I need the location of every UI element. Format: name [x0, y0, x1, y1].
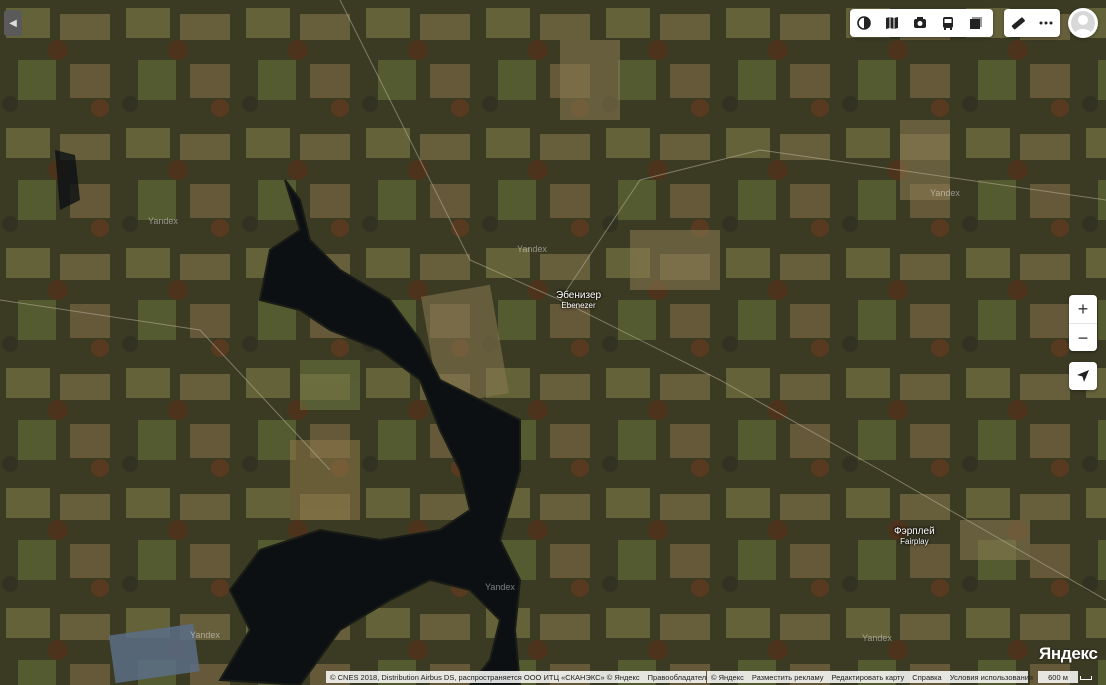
place-name-ru: Фэрплей	[894, 526, 935, 537]
map-watermark: Yandex	[190, 630, 220, 640]
footer-link[interactable]: Условия использования	[950, 673, 1033, 682]
map-watermark: Yandex	[485, 582, 515, 592]
map-guide-icon	[886, 17, 898, 29]
panorama-icon	[970, 17, 982, 29]
layers-button[interactable]	[850, 9, 878, 37]
footer-link[interactable]: Справка	[912, 673, 941, 682]
place-label-ebenezer[interactable]: Эбенизер Ebenezer	[556, 291, 601, 311]
map-layers-toolbar	[850, 9, 993, 37]
scale-bar	[1080, 676, 1092, 680]
bus-icon	[943, 17, 953, 30]
camera-button[interactable]	[906, 9, 934, 37]
footer-link[interactable]: Редактировать карту	[832, 673, 905, 682]
collapse-sidebar-button[interactable]: ◀	[4, 10, 22, 36]
geolocation-button[interactable]	[1069, 362, 1097, 390]
footer-link[interactable]: © Яндекс	[711, 673, 744, 682]
layers-icon	[857, 16, 871, 30]
attribution-text: © CNES 2018, Distribution Airbus DS, рас…	[330, 672, 640, 682]
zoom-out-button[interactable]: −	[1069, 323, 1097, 352]
map-watermark: Yandex	[930, 188, 960, 198]
ruler-button[interactable]	[1004, 9, 1032, 37]
place-label-fairplay[interactable]: Фэрплей Fairplay	[894, 527, 935, 547]
user-avatar-button[interactable]	[1068, 8, 1098, 38]
satellite-map[interactable]	[0, 0, 1106, 685]
user-avatar-icon	[1071, 11, 1095, 35]
camera-icon	[914, 17, 926, 28]
more-button[interactable]	[1032, 9, 1060, 37]
ruler-icon	[1011, 17, 1025, 30]
location-arrow-icon	[1077, 370, 1089, 382]
footer-links: © Яндекс Разместить рекламу Редактироват…	[707, 671, 1033, 683]
zoom-in-button[interactable]: +	[1069, 295, 1097, 323]
yandex-logo[interactable]: Яндекс	[1039, 644, 1098, 664]
place-name-ru: Эбенизер	[556, 290, 602, 301]
chevron-left-icon: ◀	[9, 17, 17, 29]
place-name-en: Ebenezer	[561, 301, 596, 310]
rights-holders-link[interactable]: Правообладатели	[648, 673, 711, 682]
place-name-en: Fairplay	[900, 537, 929, 546]
footer-link[interactable]: Разместить рекламу	[752, 673, 824, 682]
scale-label: 600 м	[1038, 671, 1078, 683]
imagery-attribution: © CNES 2018, Distribution Airbus DS, рас…	[326, 671, 710, 683]
map-watermark: Yandex	[148, 216, 178, 226]
more-icon	[1039, 21, 1053, 25]
map-watermark: Yandex	[517, 244, 547, 254]
map-tools-toolbar	[1004, 9, 1060, 37]
panorama-button[interactable]	[962, 9, 990, 37]
zoom-control: + −	[1069, 295, 1097, 351]
map-watermark: Yandex	[862, 633, 892, 643]
transport-button[interactable]	[934, 9, 962, 37]
map-guide-button[interactable]	[878, 9, 906, 37]
